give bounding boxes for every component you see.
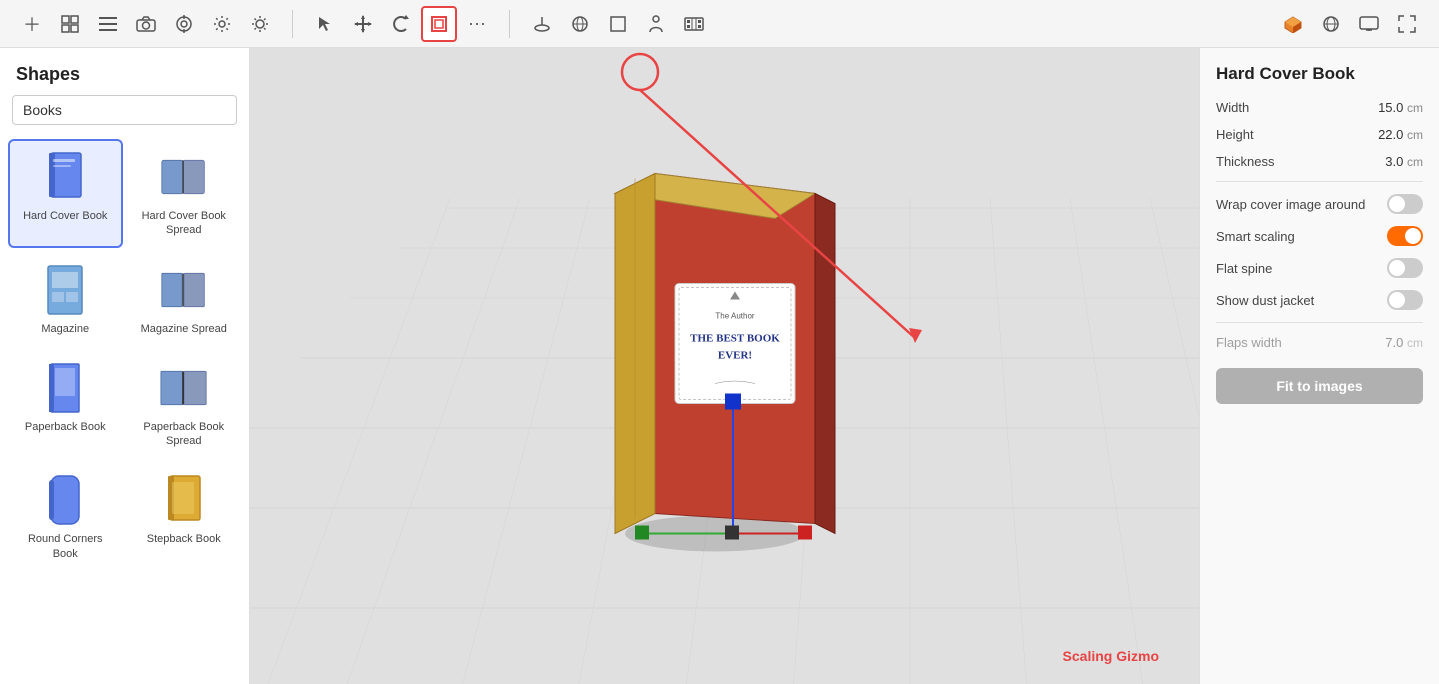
hard-cover-book-spread-icon (160, 151, 208, 203)
settings-button[interactable] (204, 6, 240, 42)
round-corners-book-icon (41, 474, 89, 526)
round-corners-book-label: Round Corners Book (16, 532, 115, 561)
paperback-book-spread-label: Paperback Book Spread (135, 420, 234, 449)
film-tool-button[interactable] (676, 6, 712, 42)
svg-text:EVER!: EVER! (717, 350, 751, 362)
paperback-book-spread-icon (160, 362, 208, 414)
sidebar-item-paperback-book[interactable]: Paperback Book (8, 350, 123, 459)
shape-grid: Hard Cover Book Hard Cover Book Spread (0, 139, 249, 587)
toolbar-right-group (518, 6, 718, 42)
sphere-tool-button[interactable] (562, 6, 598, 42)
divider-2 (509, 10, 510, 38)
expand-tool-button[interactable] (1389, 6, 1425, 42)
sidebar-title: Shapes (0, 48, 249, 95)
sidebar-item-stepback-book[interactable]: Stepback Book (127, 462, 242, 571)
panel-divider-2 (1216, 322, 1423, 323)
stepback-book-icon (160, 474, 208, 526)
panel-title: Hard Cover Book (1216, 64, 1423, 84)
hard-cover-book-label: Hard Cover Book (23, 209, 107, 223)
divider-1 (292, 10, 293, 38)
rotate-button[interactable] (383, 6, 419, 42)
dust-jacket-row: Show dust jacket (1216, 290, 1423, 310)
flat-toggle[interactable] (1387, 258, 1423, 278)
move-button[interactable] (345, 6, 381, 42)
rect-tool-button[interactable] (600, 6, 636, 42)
book-3d: THE BEST BOOK COVER! (585, 164, 865, 564)
flaps-label: Flaps width (1216, 335, 1282, 350)
sidebar: Shapes Books Magazines Electronics Furni… (0, 48, 250, 684)
book-3d-container: THE BEST BOOK COVER! (585, 164, 865, 569)
flaps-row: Flaps width 7.0 cm (1216, 335, 1423, 350)
grid-button[interactable] (52, 6, 88, 42)
magazine-label: Magazine (41, 322, 89, 336)
height-value: 22.0 cm (1378, 127, 1423, 142)
svg-text:THE BEST BOOK: THE BEST BOOK (690, 333, 780, 345)
height-row: Height 22.0 cm (1216, 127, 1423, 142)
flat-toggle-knob (1389, 260, 1405, 276)
dust-toggle[interactable] (1387, 290, 1423, 310)
right-panel: Hard Cover Book Width 15.0 cm Height 22.… (1199, 48, 1439, 684)
hard-cover-book-icon (41, 151, 89, 203)
flat-label: Flat spine (1216, 261, 1272, 276)
select-button[interactable] (307, 6, 343, 42)
fit-to-images-button[interactable]: Fit to images (1216, 368, 1423, 404)
smart-toggle[interactable] (1387, 226, 1423, 246)
flaps-value: 7.0 cm (1385, 335, 1423, 350)
wrap-label: Wrap cover image around (1216, 197, 1365, 212)
cube-tool-button[interactable] (1275, 6, 1311, 42)
shapes-dropdown[interactable]: Books Magazines Electronics Furniture (12, 95, 237, 125)
wrap-toggle-knob (1389, 196, 1405, 212)
main-layout: Shapes Books Magazines Electronics Furni… (0, 48, 1439, 684)
more-button[interactable]: ··· (459, 6, 495, 42)
toolbar-far-right-group (1269, 6, 1431, 42)
menu-button[interactable] (90, 6, 126, 42)
sidebar-item-hard-cover-book-spread[interactable]: Hard Cover Book Spread (127, 139, 242, 248)
add-button[interactable]: ＋ (14, 6, 50, 42)
dust-toggle-knob (1389, 292, 1405, 308)
thickness-row: Thickness 3.0 cm (1216, 154, 1423, 169)
paperback-book-icon (41, 362, 89, 414)
canvas-area[interactable]: THE BEST BOOK COVER! (250, 48, 1199, 684)
globe-tool-button[interactable] (1313, 6, 1349, 42)
toolbar-center-group: ··· (301, 6, 501, 42)
smart-scaling-row: Smart scaling (1216, 226, 1423, 246)
panel-divider-1 (1216, 181, 1423, 182)
light-button[interactable] (242, 6, 278, 42)
magazine-spread-label: Magazine Spread (141, 322, 227, 336)
width-value: 15.0 cm (1378, 100, 1423, 115)
camera-button[interactable] (128, 6, 164, 42)
paperback-book-label: Paperback Book (25, 420, 106, 434)
hard-cover-book-spread-label: Hard Cover Book Spread (135, 209, 234, 238)
magazine-icon (41, 264, 89, 316)
scale-button[interactable] (421, 6, 457, 42)
sidebar-item-paperback-book-spread[interactable]: Paperback Book Spread (127, 350, 242, 459)
dust-label: Show dust jacket (1216, 293, 1314, 308)
width-label: Width (1216, 100, 1249, 115)
wrap-row: Wrap cover image around (1216, 194, 1423, 214)
sidebar-item-hard-cover-book[interactable]: Hard Cover Book (8, 139, 123, 248)
thickness-value: 3.0 cm (1385, 154, 1423, 169)
stepback-book-label: Stepback Book (147, 532, 221, 546)
smart-toggle-knob (1405, 228, 1421, 244)
sidebar-item-magazine-spread[interactable]: Magazine Spread (127, 252, 242, 346)
person-tool-button[interactable] (638, 6, 674, 42)
magazine-spread-icon (160, 264, 208, 316)
flat-spine-row: Flat spine (1216, 258, 1423, 278)
smart-label: Smart scaling (1216, 229, 1295, 244)
monitor-tool-button[interactable] (1351, 6, 1387, 42)
sidebar-item-magazine[interactable]: Magazine (8, 252, 123, 346)
floor-tool-button[interactable] (524, 6, 560, 42)
target-button[interactable] (166, 6, 202, 42)
svg-text:The Author: The Author (715, 312, 754, 321)
toolbar: ＋ ··· (0, 0, 1439, 48)
width-row: Width 15.0 cm (1216, 100, 1423, 115)
toolbar-left-group: ＋ (8, 6, 284, 42)
height-label: Height (1216, 127, 1254, 142)
wrap-toggle[interactable] (1387, 194, 1423, 214)
sidebar-item-round-corners-book[interactable]: Round Corners Book (8, 462, 123, 571)
thickness-label: Thickness (1216, 154, 1275, 169)
